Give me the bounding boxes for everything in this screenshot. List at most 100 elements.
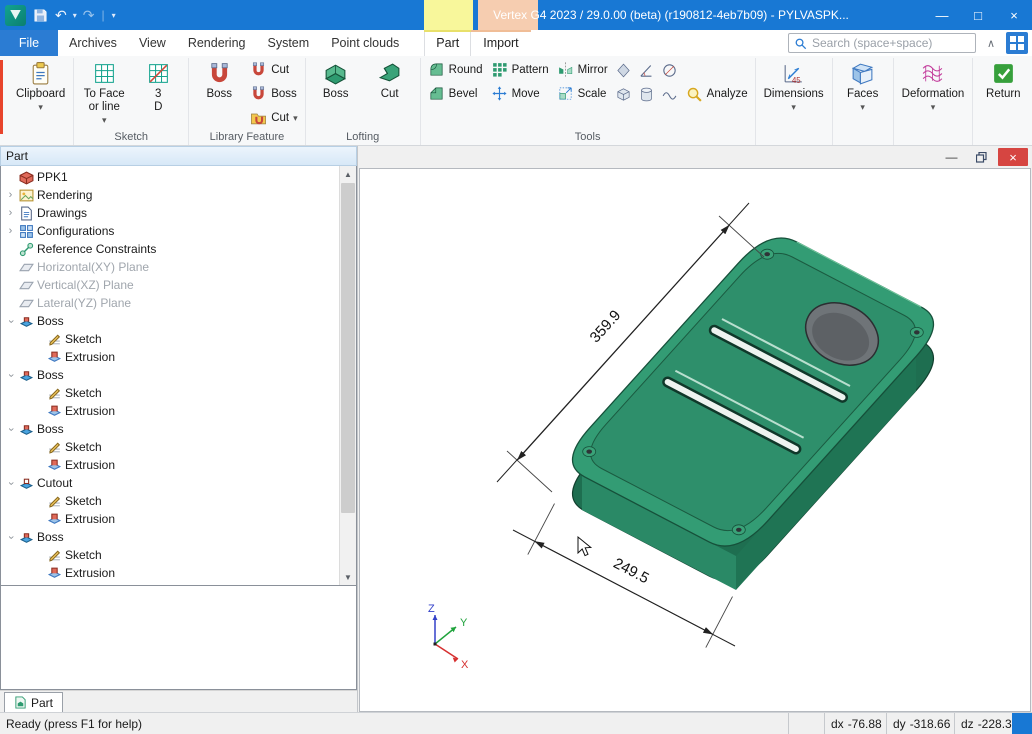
chevron-down-icon[interactable]: › <box>5 532 16 543</box>
bevel-button[interactable]: Bevel <box>425 82 486 105</box>
scrollbar-thumb[interactable] <box>341 183 355 513</box>
sketch-3d-button[interactable]: 3 D <box>132 58 184 130</box>
plane-icon <box>19 296 34 311</box>
chevron-right-icon[interactable]: › <box>5 208 16 219</box>
tree-item-boss[interactable]: ›Boss <box>1 366 339 384</box>
circle-tool-button[interactable] <box>659 59 681 82</box>
status-empty-cell <box>788 713 824 734</box>
search-box[interactable] <box>788 33 976 53</box>
undo-icon[interactable]: ↶ <box>55 8 67 22</box>
tree-item-boss[interactable]: ›Boss <box>1 420 339 438</box>
tree-item-reference-constraints[interactable]: Reference Constraints <box>1 240 339 258</box>
chevron-down-icon[interactable]: › <box>5 424 16 435</box>
panel-tab-part[interactable]: Part <box>4 692 63 712</box>
chevron-right-icon[interactable]: › <box>5 190 16 201</box>
redo-icon[interactable]: ↷ <box>83 8 95 22</box>
tree-item-ppk1[interactable]: PPK1 <box>1 168 339 186</box>
menu-item-view[interactable]: View <box>128 30 177 56</box>
search-icon <box>794 37 807 50</box>
tree-item-lateral-yz-plane[interactable]: Lateral(YZ) Plane <box>1 294 339 312</box>
move-button[interactable]: Move <box>488 82 552 105</box>
dimension-width-label[interactable]: 249.5 <box>611 555 652 587</box>
cube-tool-button[interactable] <box>613 83 635 106</box>
chevron-down-icon[interactable]: › <box>5 316 16 327</box>
chevron-down-icon[interactable]: › <box>5 370 16 381</box>
menu-item-system[interactable]: System <box>257 30 321 56</box>
tree-item-extrusion[interactable]: Extrusion <box>1 564 339 582</box>
tree-item-rendering[interactable]: ›Rendering <box>1 186 339 204</box>
tab-import[interactable]: Import <box>471 30 530 56</box>
library-cut-button[interactable]: Cut <box>247 58 300 81</box>
resize-grip[interactable] <box>1012 713 1032 734</box>
save-icon[interactable] <box>32 7 49 24</box>
menu-item-point-clouds[interactable]: Point clouds <box>320 30 410 56</box>
doc-minimize-button[interactable]: — <box>938 148 965 166</box>
maximize-button[interactable]: □ <box>960 0 996 30</box>
tree-item-boss[interactable]: ›Boss <box>1 312 339 330</box>
dimensions-button[interactable]: 45 Dimensions <box>760 58 828 130</box>
close-button[interactable]: × <box>996 0 1032 30</box>
chevron-right-icon[interactable]: › <box>5 226 16 237</box>
search-input[interactable] <box>812 36 970 50</box>
tree-item-sketch[interactable]: Sketch <box>1 546 339 564</box>
tree-item-extrusion[interactable]: Extrusion <box>1 510 339 528</box>
tree-item-extrusion[interactable]: Extrusion <box>1 348 339 366</box>
clipboard-button[interactable]: Clipboard <box>12 58 69 130</box>
return-button[interactable]: Return <box>977 58 1029 130</box>
chevron-down-icon[interactable]: › <box>5 478 16 489</box>
analyze-button[interactable]: Analyze <box>683 83 751 106</box>
magnet-icon <box>207 61 232 86</box>
3d-model[interactable] <box>573 238 934 590</box>
cylinder-tool-button[interactable] <box>636 83 658 106</box>
tree-item-drawings[interactable]: ›Drawings <box>1 204 339 222</box>
undo-dropdown-icon[interactable]: ▾ <box>73 11 77 20</box>
pattern-button[interactable]: Pattern <box>488 58 552 81</box>
tree-item-horizontal-xy-plane[interactable]: Horizontal(XY) Plane <box>1 258 339 276</box>
tree-scrollbar[interactable]: ▲ ▼ <box>339 166 356 585</box>
scroll-up-icon[interactable]: ▲ <box>340 166 356 182</box>
chevron-down-icon <box>38 101 43 114</box>
diamond-tool-button[interactable] <box>613 59 635 82</box>
library-boss-button[interactable]: Boss <box>193 58 245 130</box>
tree-item-extrusion[interactable]: Extrusion <box>1 456 339 474</box>
tab-part[interactable]: Part <box>424 30 471 56</box>
round-button[interactable]: Round <box>425 58 486 81</box>
faces-button[interactable]: Faces <box>837 58 889 130</box>
ribbon-accent-strip <box>0 60 3 134</box>
tree-item-sketch[interactable]: Sketch <box>1 492 339 510</box>
minimize-button[interactable]: — <box>924 0 960 30</box>
menu-item-rendering[interactable]: Rendering <box>177 30 257 56</box>
tree-item-sketch[interactable]: Sketch <box>1 330 339 348</box>
dimension-length-label[interactable]: 359.9 <box>587 307 625 346</box>
library-boss-small-button[interactable]: Boss <box>247 82 300 105</box>
tree-item-sketch[interactable]: Sketch <box>1 438 339 456</box>
sketch-icon <box>47 440 62 455</box>
curve-tool-button[interactable] <box>659 83 681 106</box>
library-cut2-button[interactable]: Cut <box>247 106 300 129</box>
collapse-ribbon-icon[interactable]: ∧ <box>982 37 1000 50</box>
lofting-cut-button[interactable]: Cut <box>364 58 416 130</box>
tree-item-sketch[interactable]: Sketch <box>1 384 339 402</box>
mirror-button[interactable]: Mirror <box>554 58 611 81</box>
deformation-icon <box>920 61 945 86</box>
menu-file-button[interactable]: File <box>0 30 58 56</box>
3d-scene[interactable]: 359.9 249.5 <box>360 169 1030 711</box>
angle-tool-button[interactable] <box>636 59 658 82</box>
3d-canvas[interactable]: 359.9 249.5 <box>359 168 1031 712</box>
cutout-icon <box>19 476 34 491</box>
deformation-button[interactable]: Deformation <box>898 58 969 130</box>
sketch-to-face-button[interactable]: To Face or line <box>78 58 130 130</box>
menu-item-archives[interactable]: Archives <box>58 30 128 56</box>
tree-item-extrusion[interactable]: Extrusion <box>1 402 339 420</box>
tree-item-cutout[interactable]: ›Cutout <box>1 474 339 492</box>
customize-toolbar-icon[interactable]: ▾ <box>112 11 116 20</box>
doc-restore-button[interactable] <box>968 148 995 166</box>
tree-item-boss[interactable]: ›Boss <box>1 528 339 546</box>
scale-button[interactable]: Scale <box>554 82 611 105</box>
lofting-boss-button[interactable]: Boss <box>310 58 362 130</box>
doc-close-button[interactable]: × <box>998 148 1028 166</box>
tree-item-vertical-xz-plane[interactable]: Vertical(XZ) Plane <box>1 276 339 294</box>
tree-item-configurations[interactable]: ›Configurations <box>1 222 339 240</box>
scroll-down-icon[interactable]: ▼ <box>340 569 356 585</box>
help-button[interactable] <box>1006 32 1028 54</box>
